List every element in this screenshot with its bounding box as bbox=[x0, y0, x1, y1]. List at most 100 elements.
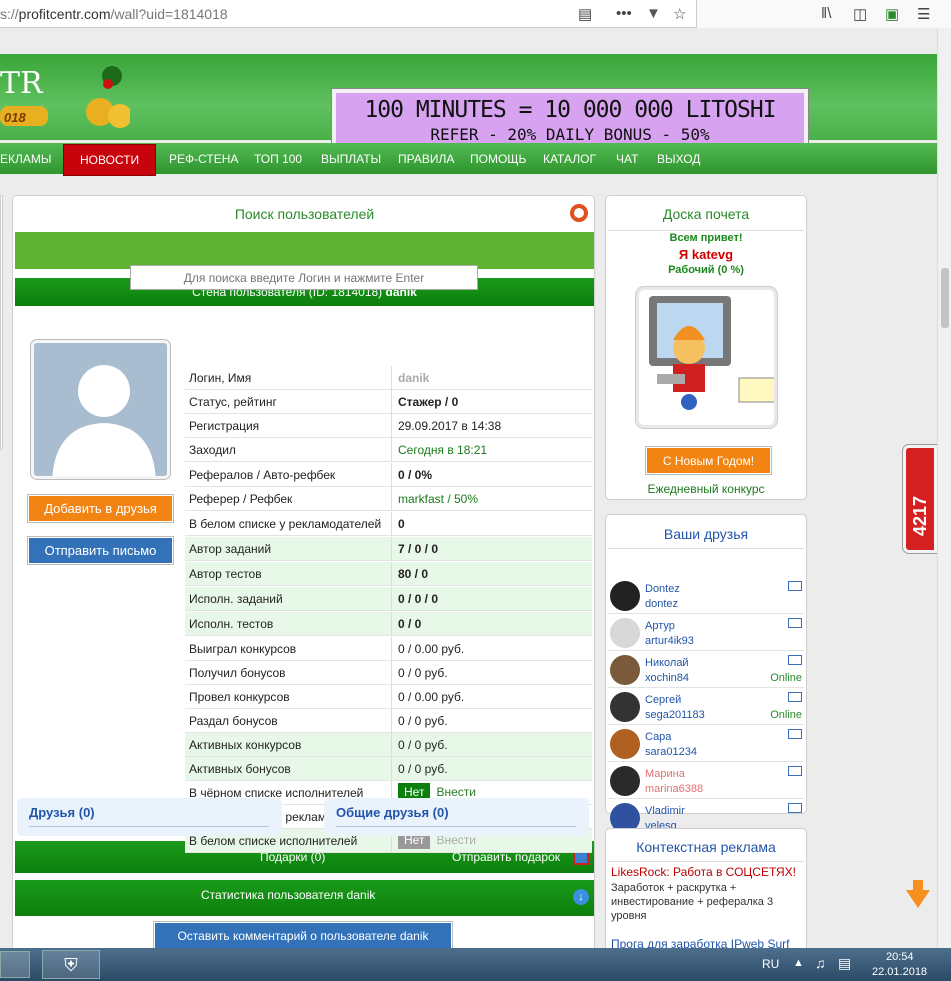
nav-rules[interactable]: ПРАВИЛА bbox=[398, 152, 454, 166]
side-counter-badge[interactable]: 4217 bbox=[902, 444, 937, 554]
nav-news[interactable]: НОВОСТИ bbox=[63, 144, 157, 176]
mail-icon[interactable] bbox=[788, 766, 802, 776]
nav-logout[interactable]: ВЫХОД bbox=[657, 152, 700, 166]
extension-icon[interactable]: ▣ bbox=[885, 5, 899, 23]
site-logo[interactable]: TR 018 bbox=[0, 62, 132, 134]
friend-name[interactable]: Vladimir bbox=[645, 805, 685, 817]
daily-contest-link[interactable]: Ежедневный конкурс bbox=[606, 482, 806, 496]
friend-name[interactable]: Николай bbox=[645, 657, 689, 669]
friend-login[interactable]: sara01234 bbox=[645, 746, 697, 758]
network-icon[interactable]: ▤ bbox=[838, 955, 851, 972]
reader-view-icon[interactable]: ▤ bbox=[578, 5, 592, 23]
friend-name[interactable]: Марина bbox=[645, 768, 685, 780]
library-icon[interactable]: ‖\ bbox=[821, 5, 831, 22]
friends-count-link[interactable]: Друзья (0) bbox=[29, 805, 95, 820]
profile-row: Получил бонусов 0 / 0 руб. bbox=[185, 661, 592, 685]
friend-avatar[interactable] bbox=[610, 692, 640, 722]
friend-name[interactable]: Dontez bbox=[645, 583, 680, 595]
expand-down-icon[interactable]: ↓ bbox=[573, 889, 589, 905]
friend-item[interactable]: Артур artur4ik93 bbox=[608, 614, 804, 651]
add-to-list-link[interactable]: Внести bbox=[436, 785, 476, 799]
user-search-input[interactable] bbox=[130, 265, 478, 290]
friend-avatar[interactable] bbox=[610, 618, 640, 648]
sidebar-icon[interactable]: ◫ bbox=[853, 5, 867, 23]
friend-login[interactable]: xochin84 bbox=[645, 672, 689, 684]
nav-top100[interactable]: ТОП 100 bbox=[254, 152, 302, 166]
search-title: Поиск пользователей bbox=[234, 206, 375, 222]
new-year-button[interactable]: С Новым Годом! bbox=[645, 446, 772, 475]
friend-login[interactable]: marina6388 bbox=[645, 783, 703, 795]
profile-key: Заходил bbox=[189, 443, 236, 457]
nav-ref-wall[interactable]: РЕФ-СТЕНА bbox=[169, 152, 238, 166]
profile-value: markfast / 50% bbox=[398, 492, 479, 506]
send-message-button[interactable]: Отправить письмо bbox=[27, 536, 174, 565]
profile-row: В белом списке у рекламодателей 0 bbox=[185, 512, 592, 536]
more-actions-icon[interactable]: ••• bbox=[616, 5, 632, 22]
friend-name[interactable]: Сергей bbox=[645, 694, 681, 706]
mail-icon[interactable] bbox=[788, 692, 802, 702]
leave-comment-button[interactable]: Оставить комментарий о пользователе dani… bbox=[153, 921, 453, 948]
profile-key: В белом списке исполнителей bbox=[189, 834, 358, 848]
mail-icon[interactable] bbox=[788, 581, 802, 591]
main-nav: ЕКЛАМЫ НОВОСТИ РЕФ-СТЕНА ТОП 100 ВЫПЛАТЫ… bbox=[0, 143, 937, 176]
common-friends-link[interactable]: Общие друзья (0) bbox=[336, 805, 449, 820]
profile-key: Активных конкурсов bbox=[189, 738, 302, 752]
stats-label: Статистика пользователя danik bbox=[201, 888, 376, 902]
friend-item[interactable]: Сара sara01234 bbox=[608, 725, 804, 762]
friend-login[interactable]: sega201183 bbox=[645, 709, 705, 721]
common-friends-box: Общие друзья (0) bbox=[324, 798, 589, 836]
mail-icon[interactable] bbox=[788, 729, 802, 739]
friend-name[interactable]: Сара bbox=[645, 731, 671, 743]
honor-user[interactable]: Я katevg bbox=[606, 247, 806, 262]
friend-name[interactable]: Артур bbox=[645, 620, 675, 632]
friend-avatar[interactable] bbox=[610, 581, 640, 611]
add-friend-button[interactable]: Добавить в друзья bbox=[27, 494, 174, 523]
url-text[interactable]: s://profitcentr.com/wall?uid=1814018 bbox=[0, 6, 228, 22]
friend-avatar[interactable] bbox=[610, 766, 640, 796]
friend-avatar[interactable] bbox=[610, 729, 640, 759]
menu-icon[interactable]: ☰ bbox=[917, 5, 930, 23]
profile-row: Провел конкурсов 0 / 0.00 руб. bbox=[185, 685, 592, 709]
nav-catalog[interactable]: КАТАЛОГ bbox=[543, 152, 596, 166]
clock-date[interactable]: 22.01.2018 bbox=[872, 966, 927, 978]
pocket-icon[interactable]: ▼ bbox=[646, 5, 661, 22]
profile-key: Регистрация bbox=[189, 419, 260, 433]
clock-time[interactable]: 20:54 bbox=[886, 951, 914, 963]
help-lifebuoy-icon[interactable] bbox=[570, 204, 588, 222]
nav-chat[interactable]: ЧАТ bbox=[616, 152, 638, 166]
scroll-down-arrow-icon[interactable] bbox=[906, 890, 930, 908]
profile-row: Активных бонусов 0 / 0 руб. bbox=[185, 757, 592, 781]
friend-avatar[interactable] bbox=[610, 655, 640, 685]
nav-help[interactable]: ПОМОЩЬ bbox=[470, 152, 526, 166]
mail-icon[interactable] bbox=[788, 618, 802, 628]
stats-bar[interactable]: Статистика пользователя danik ↓ bbox=[15, 880, 594, 916]
profile-key: Выиграл конкурсов bbox=[189, 642, 297, 656]
context-ads-title: Контекстная реклама bbox=[636, 839, 776, 855]
world-of-tanks-icon[interactable]: ⛨ bbox=[42, 950, 100, 979]
address-bar[interactable]: s://profitcentr.com/wall?uid=1814018 ▤ •… bbox=[0, 0, 697, 28]
volume-icon[interactable]: ♫ bbox=[815, 955, 826, 971]
page-scrollbar[interactable] bbox=[937, 28, 951, 948]
friend-item[interactable]: Николай xochin84 Online bbox=[608, 651, 804, 688]
bookmark-star-icon[interactable]: ☆ bbox=[673, 5, 686, 23]
profile-row: Рефералов / Авто-рефбек 0 / 0% bbox=[185, 463, 592, 487]
nav-payouts[interactable]: ВЫПЛАТЫ bbox=[321, 152, 381, 166]
scrollbar-thumb[interactable] bbox=[941, 268, 949, 328]
mail-icon[interactable] bbox=[788, 803, 802, 813]
friend-item[interactable]: Сергей sega201183 Online bbox=[608, 688, 804, 725]
tray-up-icon[interactable]: ▲ bbox=[793, 957, 804, 969]
ad-1-title[interactable]: LikesRock: Работа в СОЦСЕТЯХ! bbox=[611, 865, 803, 879]
ad-2-title[interactable]: Прога для заработка IPweb Surf bbox=[611, 937, 803, 948]
profile-value: 0 bbox=[398, 517, 405, 531]
start-button[interactable] bbox=[0, 951, 30, 978]
nav-ads[interactable]: ЕКЛАМЫ bbox=[0, 152, 52, 166]
online-status: Online bbox=[770, 672, 802, 684]
friend-login[interactable]: dontez bbox=[645, 598, 678, 610]
user-avatar bbox=[30, 339, 171, 480]
friend-login[interactable]: artur4ik93 bbox=[645, 635, 694, 647]
language-indicator[interactable]: RU bbox=[762, 957, 779, 971]
friend-item[interactable]: Dontez dontez bbox=[608, 577, 804, 614]
mail-icon[interactable] bbox=[788, 655, 802, 665]
friend-item[interactable]: Марина marina6388 bbox=[608, 762, 804, 799]
profile-key: Рефералов / Авто-рефбек bbox=[189, 468, 336, 482]
